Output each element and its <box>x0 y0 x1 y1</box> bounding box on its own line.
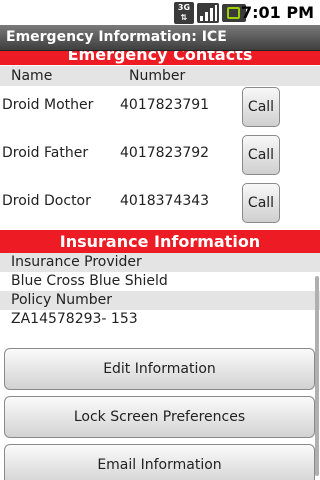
scrollbar[interactable] <box>315 276 319 476</box>
contact-name: Droid Father <box>2 145 89 161</box>
call-doctor-button[interactable]: Call <box>242 183 280 223</box>
lock-screen-preferences-button[interactable]: Lock Screen Preferences <box>4 396 315 438</box>
column-name-header: Name <box>11 68 53 84</box>
contact-name: Droid Mother <box>2 97 94 113</box>
status-time: 7:01 PM <box>240 3 314 22</box>
insurance-provider-value-text: Blue Cross Blue Shield <box>11 273 168 289</box>
main-content[interactable]: Emergency Contacts Name Number Droid Mot… <box>0 51 320 480</box>
emergency-contacts-header: Emergency Contacts <box>0 51 320 65</box>
contact-number: 4017823791 <box>120 97 210 113</box>
contacts-column-header: Name Number <box>0 66 320 86</box>
status-bar: 3G ⇅ 7:01 PM <box>0 0 320 25</box>
edit-information-button[interactable]: Edit Information <box>4 348 315 390</box>
insurance-provider-label-text: Insurance Provider <box>11 254 142 270</box>
3g-icon: 3G ⇅ <box>174 2 194 24</box>
call-mother-button[interactable]: Call <box>242 87 280 127</box>
network-label: 3G <box>177 3 191 12</box>
title-bar: Emergency Information: ICE <box>0 25 320 51</box>
email-information-button[interactable]: Email Information <box>4 444 315 480</box>
contact-row: Droid Father 4017823792 Call <box>0 132 320 180</box>
insurance-provider-value: Blue Cross Blue Shield <box>0 272 320 291</box>
column-number-header: Number <box>129 68 186 84</box>
policy-number-label-text: Policy Number <box>11 292 112 308</box>
insurance-header: Insurance Information <box>0 230 320 253</box>
contact-number: 4017823792 <box>120 145 210 161</box>
contact-number: 4018374343 <box>120 193 210 209</box>
insurance-provider-label: Insurance Provider <box>0 253 320 272</box>
app-title: Emergency Information: ICE <box>6 29 227 45</box>
signal-icon <box>197 3 219 23</box>
policy-number-label: Policy Number <box>0 291 320 310</box>
policy-number-value-text: ZA14578293- 153 <box>11 311 138 327</box>
contact-row: Droid Mother 4017823791 Call <box>0 84 320 132</box>
policy-number-value: ZA14578293- 153 <box>0 310 320 329</box>
call-father-button[interactable]: Call <box>242 135 280 175</box>
contact-name: Droid Doctor <box>2 193 91 209</box>
contact-row: Droid Doctor 4018374343 Call <box>0 180 320 228</box>
